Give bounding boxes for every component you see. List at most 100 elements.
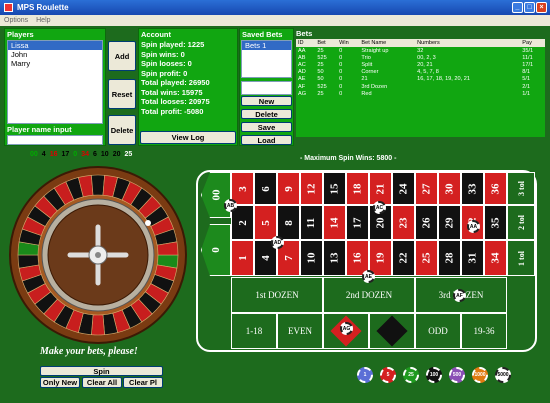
placed-chip[interactable]: AE [362, 270, 375, 283]
placed-chip[interactable]: AG [340, 322, 353, 335]
history-number: 0 [73, 151, 78, 158]
number-9[interactable]: 9 [277, 172, 300, 205]
new-bets-button[interactable]: New [241, 96, 292, 106]
delete-player-button[interactable]: Delete [108, 115, 136, 145]
placed-chip[interactable]: AF [453, 289, 466, 302]
saved-bet-item[interactable]: Bets 1 [242, 41, 291, 50]
number-36[interactable]: 36 [484, 172, 507, 205]
number-13[interactable]: 13 [323, 240, 346, 276]
spin-button[interactable]: Spin [40, 366, 163, 376]
bet-row[interactable]: AC 25 0 Split 20, 21 17/1 [296, 61, 545, 68]
column-3-bet[interactable]: 3 tol [507, 172, 535, 205]
number-6[interactable]: 6 [254, 172, 277, 205]
bet-cell: AC [298, 61, 306, 68]
bet-cell: 1/1 [522, 90, 531, 97]
number-31[interactable]: 31 [461, 240, 484, 276]
number-21[interactable]: 21 [369, 172, 392, 205]
bet-cell: 50 [317, 69, 324, 76]
number-24[interactable]: 24 [392, 172, 415, 205]
placed-chip[interactable]: AA [467, 220, 480, 233]
number-5[interactable]: 5 [254, 205, 277, 240]
player-name-input[interactable] [7, 135, 103, 145]
reset-button[interactable]: Reset [108, 79, 136, 109]
bet-cell: Red [361, 90, 372, 97]
close-button[interactable]: × [536, 2, 547, 13]
number-12[interactable]: 12 [300, 172, 323, 205]
number-22[interactable]: 22 [392, 240, 415, 276]
placed-chip[interactable]: AC [373, 201, 386, 214]
bets-table[interactable]: ID Bet Win Bet Name Numbers Pay AA 25 0 Str… [296, 39, 545, 137]
bet-even[interactable]: EVEN [277, 313, 323, 349]
bet-cell: 8/1 [522, 69, 531, 76]
number-25[interactable]: 25 [415, 240, 438, 276]
bet-black[interactable] [369, 313, 415, 349]
history-number: 20 [112, 151, 121, 158]
save-bets-button[interactable]: Save [241, 122, 292, 132]
bet-row[interactable]: AA 25 0 Straight up 32 35/1 [296, 47, 545, 54]
add-player-button[interactable]: Add [108, 41, 136, 71]
chip-100[interactable]: 100 [426, 367, 442, 383]
number-8[interactable]: 8 [277, 205, 300, 240]
wheel-pocket [91, 314, 105, 336]
number-23[interactable]: 23 [392, 205, 415, 240]
bet-19-36[interactable]: 19-36 [461, 313, 507, 349]
chip-500[interactable]: 500 [449, 367, 465, 383]
column-1-bet[interactable]: 1 tol [507, 240, 535, 276]
minimize-button[interactable]: _ [512, 2, 523, 13]
bet-row[interactable]: AB 525 0 Trio 00, 2, 3 11/1 [296, 54, 545, 61]
bet-cell: 32 [417, 47, 424, 54]
maximize-button[interactable]: □ [524, 2, 535, 13]
number-27[interactable]: 27 [415, 172, 438, 205]
number-1[interactable]: 1 [231, 240, 254, 276]
chip-5000[interactable]: 5000 [495, 367, 511, 383]
bet-row[interactable]: AF 525 0 3rd Dozen 2/1 [296, 83, 545, 90]
number-29[interactable]: 29 [438, 205, 461, 240]
chip-25[interactable]: 25 [403, 367, 419, 383]
spin-history: 00 4 16 17 0 34 6 10 20 25 [30, 151, 132, 158]
number-28[interactable]: 28 [438, 240, 461, 276]
bet-odd[interactable]: ODD [415, 313, 461, 349]
number-10[interactable]: 10 [300, 240, 323, 276]
view-log-button[interactable]: View Log [140, 131, 236, 144]
menu-help[interactable]: Help [36, 15, 50, 26]
chip-1[interactable]: 1 [357, 367, 373, 383]
number-26[interactable]: 26 [415, 205, 438, 240]
only-new-button[interactable]: Only New [40, 377, 80, 388]
clear-player-button[interactable]: Clear Pl [123, 377, 163, 388]
column-2-bet[interactable]: 2 tol [507, 205, 535, 240]
menu-options[interactable]: Options [4, 15, 28, 26]
delete-bets-button[interactable]: Delete [241, 109, 292, 119]
wheel-pocket [91, 174, 105, 196]
number-11[interactable]: 11 [300, 205, 323, 240]
player-item[interactable]: Marry [8, 59, 102, 68]
player-item[interactable]: Lissa [8, 41, 102, 50]
chip-5[interactable]: 5 [380, 367, 396, 383]
saved-bets-list[interactable]: Bets 1 [241, 40, 292, 78]
placed-chip[interactable]: AB [224, 199, 237, 212]
bet-cell: 50 [317, 76, 324, 83]
bet-cell: 35/1 [522, 47, 534, 54]
placed-chip[interactable]: AD [271, 236, 284, 249]
chip-1000[interactable]: 1000 [472, 367, 488, 383]
bet-row[interactable]: AD 50 0 Corner 4, 5, 7, 8 8/1 [296, 69, 545, 76]
number-15[interactable]: 15 [323, 172, 346, 205]
bet-row[interactable]: AE 50 0 21 16, 17, 18, 19, 20, 21 5/1 [296, 76, 545, 83]
bet-row[interactable]: AG 25 0 Red 1/1 [296, 90, 545, 97]
number-34[interactable]: 34 [484, 240, 507, 276]
player-item[interactable]: John [8, 50, 102, 59]
number-35[interactable]: 35 [484, 205, 507, 240]
number-14[interactable]: 14 [323, 205, 346, 240]
number-33[interactable]: 33 [461, 172, 484, 205]
players-list[interactable]: Lissa John Marry [7, 40, 103, 124]
clear-all-button[interactable]: Clear All [82, 377, 122, 388]
first-dozen[interactable]: 1st DOZEN [231, 277, 323, 313]
bet-1-18[interactable]: 1-18 [231, 313, 277, 349]
number-30[interactable]: 30 [438, 172, 461, 205]
history-number: 4 [41, 151, 46, 158]
saved-bet-name-input[interactable] [241, 81, 292, 95]
stat-line: Spin played: 1225 [141, 40, 205, 49]
bet-cell: Corner [361, 69, 379, 76]
load-bets-button[interactable]: Load [241, 135, 292, 145]
number-18[interactable]: 18 [346, 172, 369, 205]
number-17[interactable]: 17 [346, 205, 369, 240]
